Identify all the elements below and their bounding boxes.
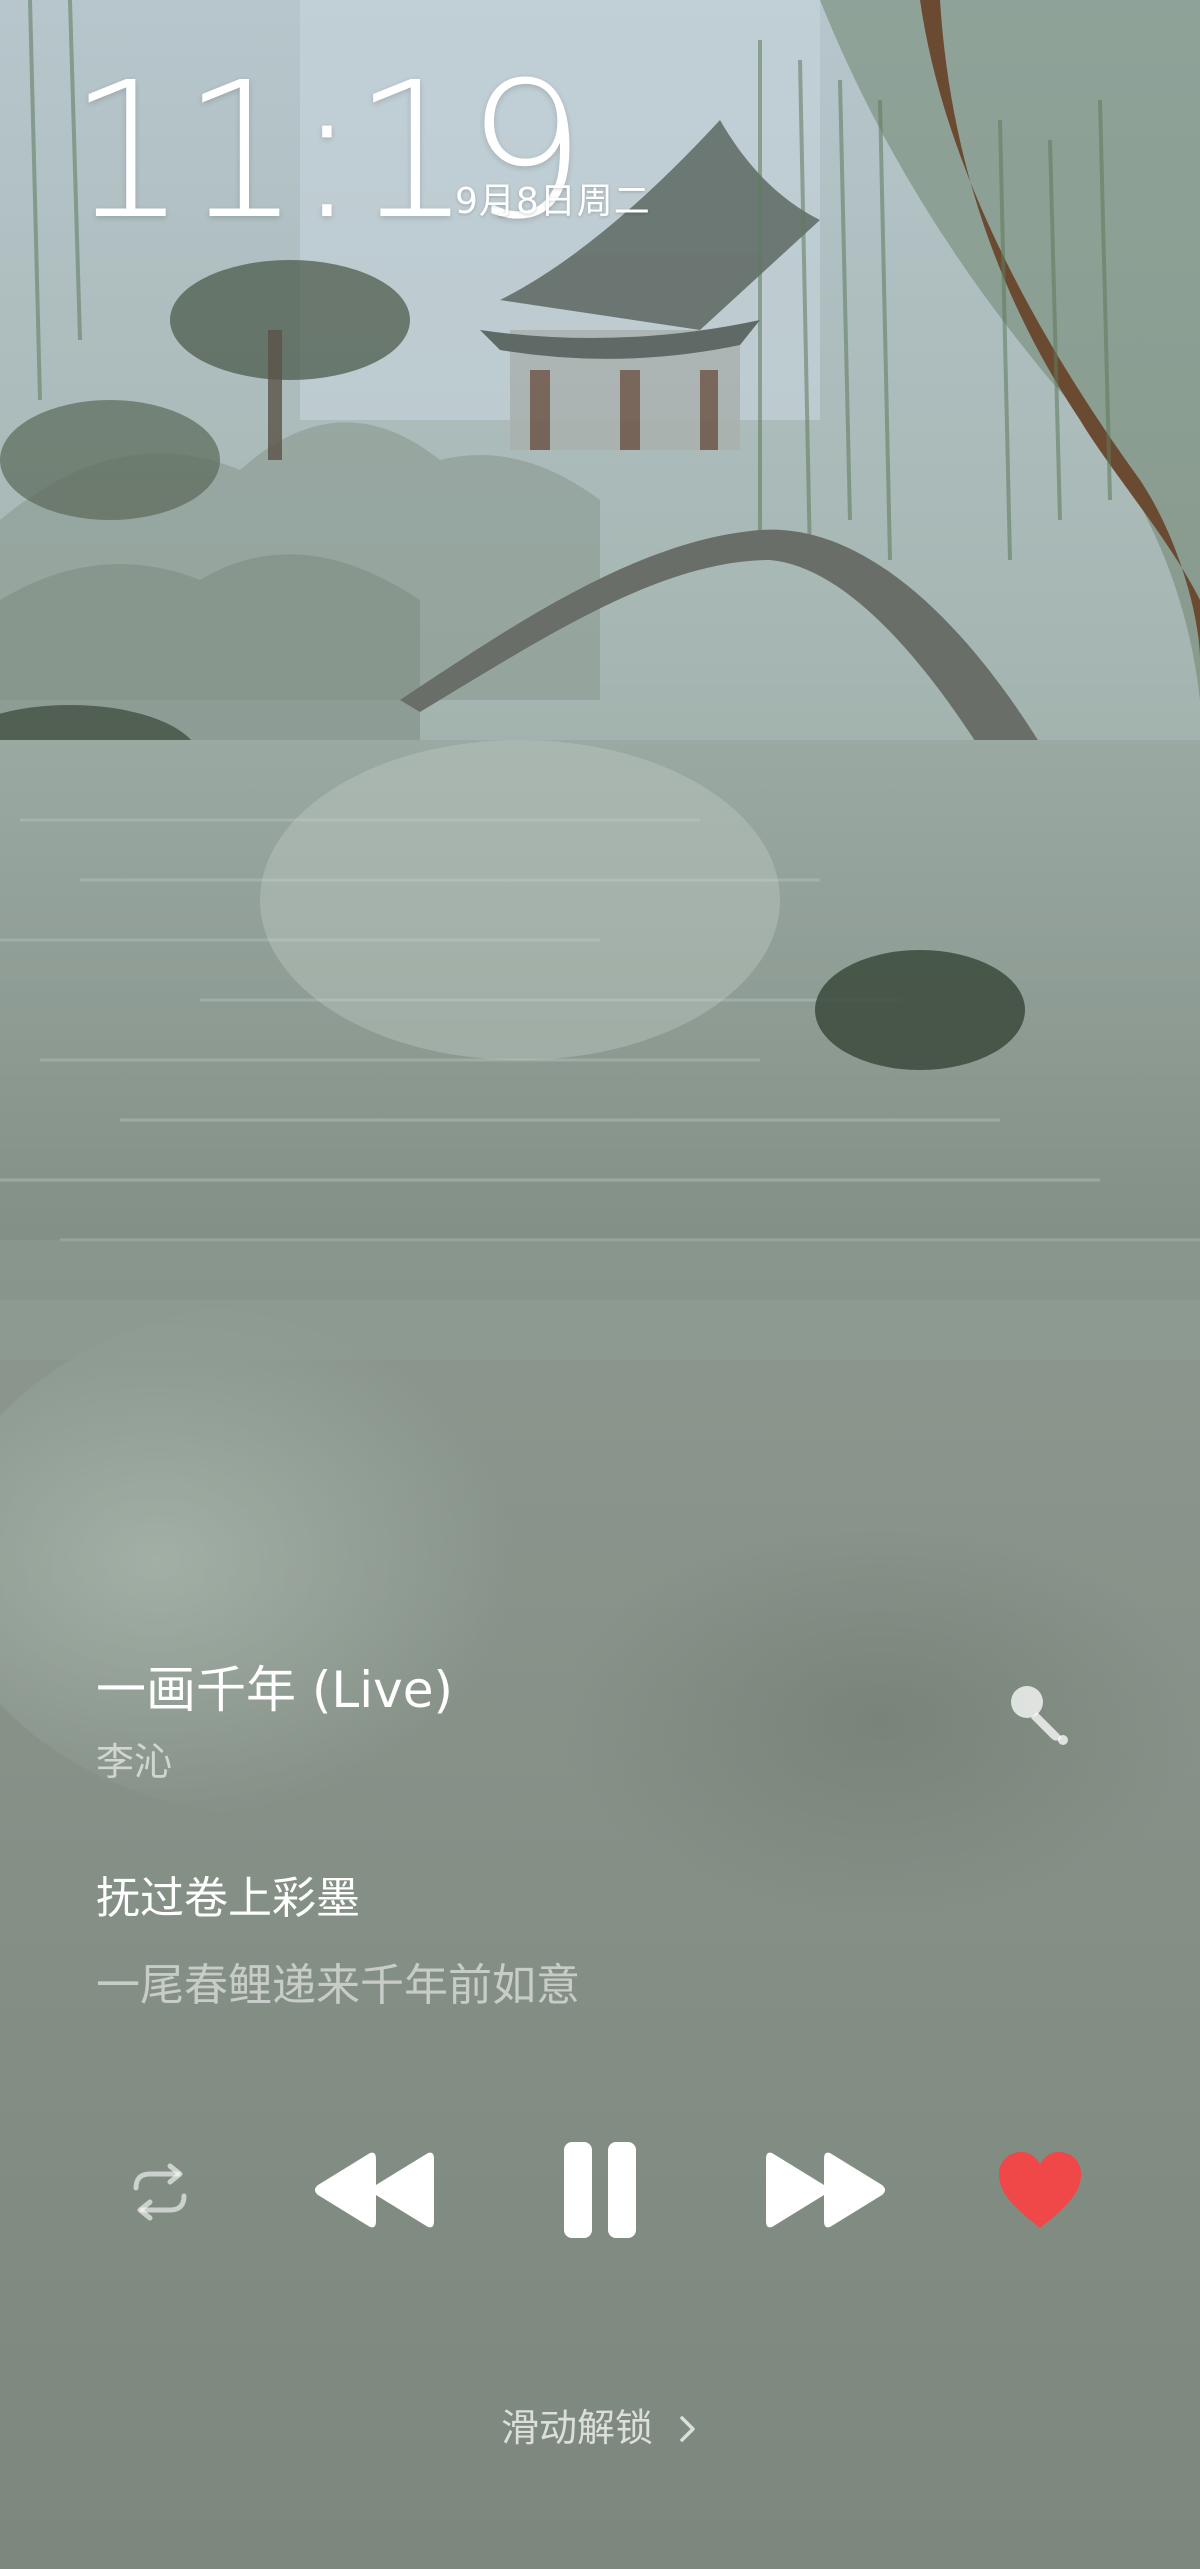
lock-date: 9月8日周二 (455, 181, 651, 222)
microphone-icon[interactable] (1003, 1676, 1075, 1748)
chevron-right-icon (680, 2415, 695, 2442)
pause-icon[interactable] (558, 2138, 642, 2242)
song-title: 一画千年 (Live) (96, 1661, 454, 1719)
previous-track-icon[interactable] (310, 2145, 435, 2235)
heart-icon[interactable] (995, 2148, 1085, 2232)
next-track-icon[interactable] (765, 2145, 890, 2235)
unlock-label: 滑动解锁 (500, 2405, 653, 2450)
lyric-current-line: 抚过卷上彩墨 (96, 1873, 360, 1924)
lock-screen: 11:19 9月8日周二 一画千年 (Live) 李沁 抚过卷上彩墨 一尾春鲤递… (0, 0, 1200, 2569)
swipe-unlock-hint[interactable]: 滑动解锁 (0, 2404, 1200, 2451)
lyric-next-line: 一尾春鲤递来千年前如意 (96, 1960, 580, 2011)
song-artist: 李沁 (96, 1740, 173, 1784)
repeat-icon[interactable] (120, 2152, 200, 2232)
